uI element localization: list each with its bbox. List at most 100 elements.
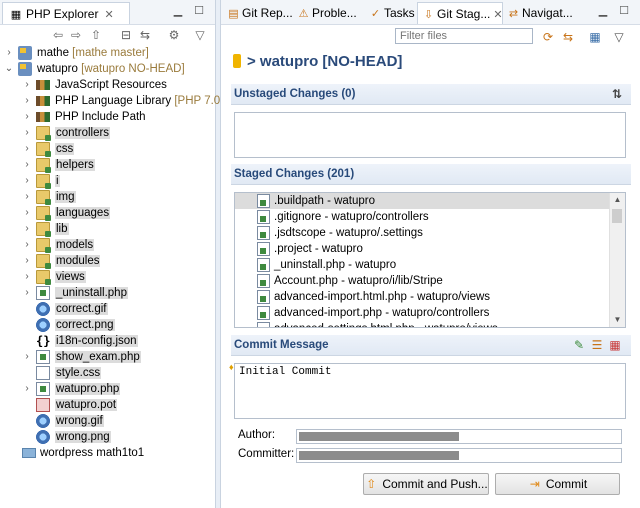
staged-file-row[interactable]: Account.php - watupro/i/lib/Stripe bbox=[235, 273, 610, 289]
maximize-icon[interactable]: ☐ bbox=[618, 5, 630, 17]
tree-item[interactable]: › img bbox=[0, 189, 215, 205]
tree-item[interactable]: wordpress math1to1 bbox=[0, 445, 215, 461]
tree-item[interactable]: correct.png bbox=[0, 317, 215, 333]
amend-icon[interactable]: ☰ bbox=[589, 337, 605, 353]
expand-right-icon[interactable]: › bbox=[22, 269, 32, 285]
tree-item[interactable]: watupro.pot bbox=[0, 397, 215, 413]
expand-right-icon[interactable]: › bbox=[22, 157, 32, 173]
tree-item[interactable]: › lib bbox=[0, 221, 215, 237]
expand-right-icon[interactable]: › bbox=[22, 77, 32, 93]
view-menu-icon[interactable]: ▽ bbox=[610, 28, 628, 46]
staged-file-row[interactable]: _uninstall.php - watupro bbox=[235, 257, 610, 273]
minimize-icon[interactable]: ▁ bbox=[172, 5, 184, 17]
tree-item[interactable]: › PHP Language Library [PHP 7.0] bbox=[0, 93, 223, 109]
scroll-up-icon[interactable]: ▲ bbox=[610, 193, 625, 207]
staged-files-list[interactable]: .buildpath - watupro .gitignore - watupro… bbox=[234, 192, 626, 328]
tree-item[interactable]: wrong.png bbox=[0, 429, 215, 445]
tree-item-name: i18n-config.json bbox=[55, 335, 138, 347]
commit-and-push-button[interactable]: ⇧ Commit and Push... bbox=[363, 473, 489, 495]
up-icon[interactable]: ⇧ bbox=[88, 27, 104, 43]
expand-right-icon[interactable]: › bbox=[22, 109, 32, 125]
tree-item[interactable]: › views bbox=[0, 269, 215, 285]
view-menu-icon[interactable]: ▽ bbox=[192, 27, 208, 43]
tree-item[interactable]: style.css bbox=[0, 365, 215, 381]
staged-file-row[interactable]: .jsdtscope - watupro/.settings bbox=[235, 225, 610, 241]
tab-git-repositories[interactable]: ▤ Git Rep... bbox=[223, 2, 293, 24]
expand-right-icon[interactable]: › bbox=[22, 141, 32, 157]
collapse-all-icon[interactable]: ⊟ bbox=[118, 27, 134, 43]
minimize-icon[interactable]: ▁ bbox=[597, 5, 609, 17]
tree-item[interactable]: › watupro.php bbox=[0, 381, 215, 397]
tree-item[interactable]: › _uninstall.php bbox=[0, 285, 215, 301]
maximize-icon[interactable]: ☐ bbox=[193, 5, 205, 17]
folder-icon bbox=[36, 142, 51, 157]
tree-item[interactable]: › modules bbox=[0, 253, 215, 269]
expand-right-icon[interactable]: › bbox=[4, 45, 14, 61]
tree-item[interactable]: ⌄ watupro [watupro NO-HEAD] bbox=[0, 61, 215, 77]
tree-item[interactable]: › show_exam.php bbox=[0, 349, 215, 365]
expand-down-icon[interactable]: ⌄ bbox=[4, 61, 14, 77]
staged-file-row[interactable]: .project - watupro bbox=[235, 241, 610, 257]
scroll-down-icon[interactable]: ▼ bbox=[610, 313, 625, 327]
tab-navigator[interactable]: ⇄ Navigat... bbox=[503, 2, 583, 24]
tab-git-staging[interactable]: ⇩ Git Stag... ✕ bbox=[417, 2, 503, 24]
link-selection-icon[interactable]: ⇆ bbox=[559, 28, 577, 46]
added-file-icon bbox=[257, 242, 270, 256]
tab-problems[interactable]: ⚠ Proble... bbox=[293, 2, 365, 24]
expand-right-icon[interactable]: › bbox=[22, 237, 32, 253]
folder-icon bbox=[36, 158, 51, 173]
filter-icon[interactable]: ⚙ bbox=[166, 27, 182, 43]
expand-right-icon[interactable]: › bbox=[22, 93, 32, 109]
tree-item[interactable]: › controllers bbox=[0, 125, 215, 141]
tree-item[interactable]: › languages bbox=[0, 205, 215, 221]
staged-file-row[interactable]: .gitignore - watupro/controllers bbox=[235, 209, 610, 225]
link-editor-icon[interactable]: ⇆ bbox=[137, 27, 153, 43]
author-input[interactable] bbox=[296, 429, 622, 444]
expand-right-icon[interactable]: › bbox=[22, 173, 32, 189]
expand-right-icon[interactable]: › bbox=[22, 189, 32, 205]
expand-right-icon[interactable]: › bbox=[22, 205, 32, 221]
forward-icon[interactable]: ⇨ bbox=[68, 27, 84, 43]
commit-button[interactable]: ⇥ Commit bbox=[495, 473, 620, 495]
close-icon[interactable]: ✕ bbox=[490, 9, 502, 21]
staged-file-row[interactable]: advanced-import.php - watupro/controller… bbox=[235, 305, 610, 321]
author-label: Author: bbox=[238, 429, 276, 441]
tree-item[interactable]: › css bbox=[0, 141, 215, 157]
tree-item[interactable]: › helpers bbox=[0, 157, 215, 173]
tree-item[interactable]: › JavaScript Resources bbox=[0, 77, 215, 93]
staged-scrollbar[interactable]: ▲ ▼ bbox=[609, 193, 625, 327]
filter-files-input[interactable] bbox=[395, 28, 533, 44]
tab-tasks[interactable]: ✓ Tasks bbox=[365, 2, 417, 24]
commit-message-input[interactable]: Initial Commit bbox=[234, 363, 626, 419]
commit-icon: ⇥ bbox=[529, 477, 540, 491]
signed-off-icon[interactable]: ✎ bbox=[571, 337, 587, 353]
committer-input[interactable] bbox=[296, 448, 622, 463]
staged-file-row[interactable]: advanced-import.html.php - watupro/views bbox=[235, 289, 610, 305]
tree-item[interactable]: › mathe [mathe master] bbox=[0, 45, 215, 61]
expand-right-icon[interactable]: › bbox=[22, 349, 32, 365]
staged-file-row[interactable]: .buildpath - watupro bbox=[235, 193, 610, 209]
expand-right-icon[interactable]: › bbox=[22, 285, 32, 301]
close-icon[interactable]: ✕ bbox=[104, 9, 113, 21]
expand-right-icon[interactable]: › bbox=[22, 221, 32, 237]
tree-item[interactable]: correct.gif bbox=[0, 301, 215, 317]
scrollbar-thumb[interactable] bbox=[612, 209, 622, 223]
sort-icon[interactable]: ⇅ bbox=[609, 86, 625, 102]
tree-item[interactable]: › PHP Include Path bbox=[0, 109, 215, 125]
tab-php-explorer[interactable]: ▦ PHP Explorer ✕ bbox=[2, 2, 130, 24]
tree-item[interactable]: {} i18n-config.json bbox=[0, 333, 215, 349]
unstaged-files-list[interactable] bbox=[234, 112, 626, 158]
back-icon[interactable]: ⇦ bbox=[50, 27, 66, 43]
tree-item-decoration: [watupro NO-HEAD] bbox=[81, 63, 185, 75]
expand-right-icon[interactable]: › bbox=[22, 253, 32, 269]
expand-right-icon[interactable]: › bbox=[22, 125, 32, 141]
tree-item[interactable]: wrong.gif bbox=[0, 413, 215, 429]
library-icon bbox=[36, 80, 50, 90]
tree-item[interactable]: › i bbox=[0, 173, 215, 189]
refresh-icon[interactable]: ⟳ bbox=[539, 28, 557, 46]
layout-icon[interactable]: ▦ bbox=[586, 28, 604, 46]
staged-file-row[interactable]: advanced-settings.html.php - watupro/vie… bbox=[235, 321, 610, 327]
gerrit-icon[interactable]: ▦ bbox=[607, 337, 623, 353]
tree-item[interactable]: › models bbox=[0, 237, 215, 253]
expand-right-icon[interactable]: › bbox=[22, 381, 32, 397]
